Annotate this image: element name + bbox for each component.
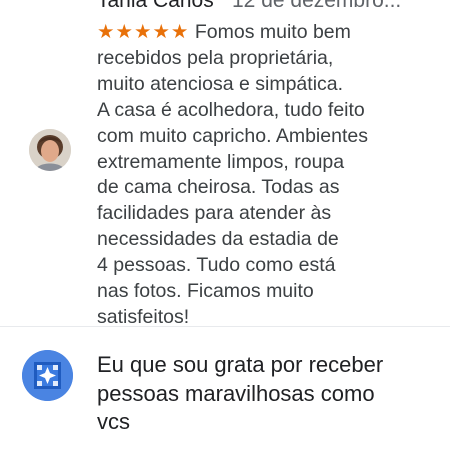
review-line: necessidades da estadia de [97, 228, 339, 251]
review-line: nas fotos. Ficamos muito [97, 280, 314, 303]
owner-reply: Eu que sou grata por receber pessoas mar… [0, 327, 450, 450]
reply-line: Eu que sou grata por receber [97, 352, 384, 377]
owner-avatar[interactable] [22, 350, 73, 401]
reviewer-avatar[interactable] [29, 129, 71, 171]
review-item: Tania Carlos 12 de dezembro... ★★★★★ Fom… [0, 0, 450, 328]
review-line: muito atenciosa e simpática. [97, 72, 344, 95]
review-line: facilidades para atender às [97, 202, 332, 225]
review-line: 4 pessoas. Tudo como está [97, 254, 336, 277]
review-line: de cama cheirosa. Todas as [97, 176, 340, 199]
reviewer-photo-icon [29, 129, 71, 171]
review-line: Fomos muito bem [194, 21, 351, 43]
property-logo-icon [22, 350, 73, 401]
reply-line: pessoas maravilhosas como [97, 380, 375, 406]
review-text: ★★★★★ Fomos muito bem recebidos pela pro… [97, 20, 427, 331]
review-date: 12 de dezembro... [232, 0, 402, 12]
review-line: extremamente limpos, roupa [97, 150, 345, 173]
star-rating: ★★★★★ [97, 21, 190, 43]
reply-line: vcs [97, 409, 130, 435]
review-line: com muito capricho. Ambientes [97, 124, 368, 147]
reply-text: Eu que sou grata por receber pessoas mar… [97, 351, 437, 437]
review-line: A casa é acolhedora, tudo feito [97, 98, 365, 121]
review-line: recebidos pela proprietária, [97, 46, 334, 69]
review-author-name[interactable]: Tania Carlos [97, 0, 214, 12]
